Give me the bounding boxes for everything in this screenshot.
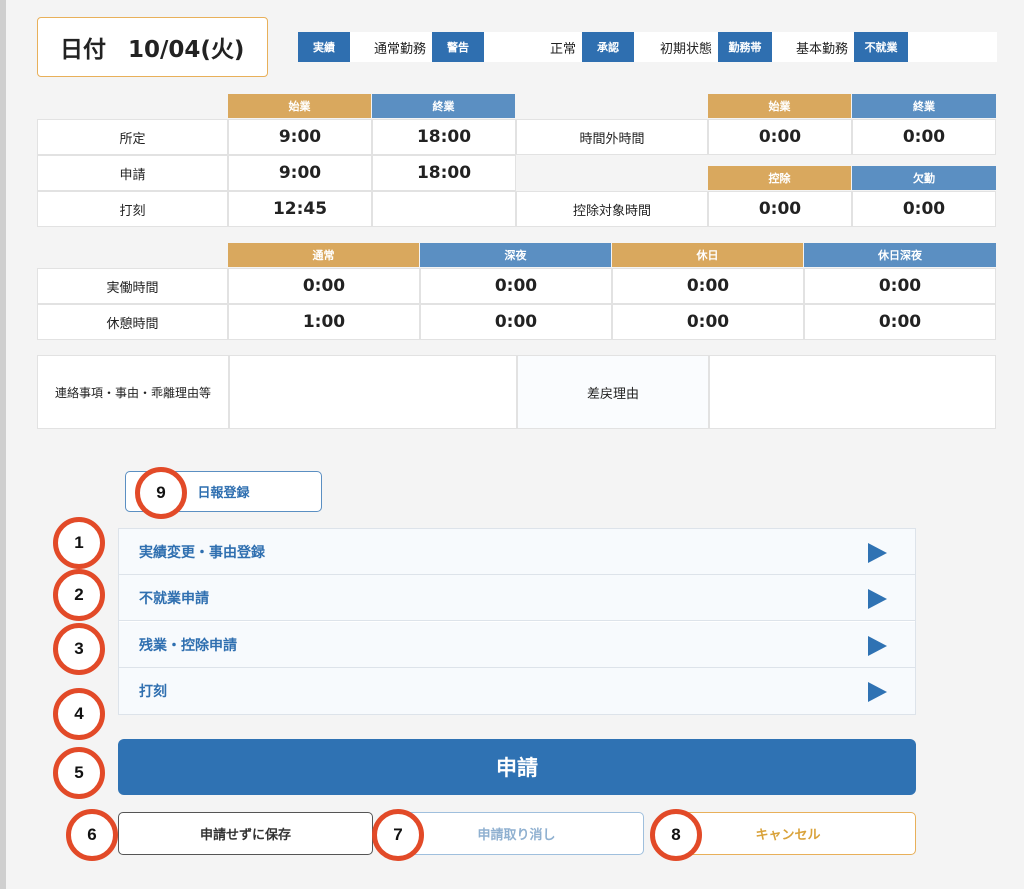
marker-9: 9 [135, 467, 187, 519]
stamped-end [372, 191, 516, 227]
expand-arrow-icon [868, 682, 887, 702]
accordion-label: 残業・控除申請 [139, 637, 237, 654]
status-tag-non-work: 不就業 [854, 32, 909, 62]
stamped-start: 12:45 [228, 191, 372, 227]
marker-8: 8 [650, 809, 702, 861]
save-without-apply-button[interactable]: 申請せずに保存 [118, 812, 373, 855]
contact-notes-field[interactable] [229, 355, 517, 429]
break-night: 0:00 [420, 304, 612, 340]
header-absence: 欠勤 [852, 166, 996, 190]
marker-3: 3 [53, 623, 105, 675]
expand-arrow-icon [868, 636, 887, 656]
header-normal: 通常 [228, 243, 419, 267]
marker-2: 2 [53, 569, 105, 621]
accordion-item-actual-change[interactable]: 実績変更・事由登録 [119, 529, 915, 575]
status-tag-shift: 勤務帯 [718, 32, 773, 62]
row-label-stamped: 打刻 [37, 191, 228, 227]
header-night: 深夜 [420, 243, 611, 267]
marker-1: 1 [53, 517, 105, 569]
scheduled-end: 18:00 [372, 119, 516, 155]
withdraw-request-button[interactable]: 申請取り消し [389, 812, 644, 855]
accordion-label: 不就業申請 [139, 590, 209, 607]
absence-value: 0:00 [852, 191, 996, 227]
status-text-basic-work: 基本勤務 [796, 41, 849, 57]
accordion-item-overtime-request[interactable]: 残業・控除申請 [119, 622, 915, 668]
requested-end: 18:00 [372, 155, 516, 191]
break-holiday-night: 0:00 [804, 304, 996, 340]
actual-holiday-night: 0:00 [804, 268, 996, 304]
status-bar: 実績 通常勤務 警告 正常 承認 初期状態 勤務帯 基本勤務 不就業 [298, 32, 997, 62]
requested-start: 9:00 [228, 155, 372, 191]
header-overtime-start: 始業 [708, 94, 851, 118]
header-overtime-end: 終業 [852, 94, 996, 118]
return-reason-label: 差戻理由 [517, 355, 709, 429]
row-label-requested: 申請 [37, 155, 228, 191]
expand-arrow-icon [868, 543, 887, 563]
break-normal: 1:00 [228, 304, 420, 340]
marker-5: 5 [53, 747, 105, 799]
actual-night: 0:00 [420, 268, 612, 304]
status-text-initial: 初期状態 [660, 41, 713, 57]
header-deduction: 控除 [708, 166, 851, 190]
accordion-label: 実績変更・事由登録 [139, 544, 265, 561]
marker-7: 7 [372, 809, 424, 861]
date-display: 日付 10/04(火) [37, 17, 268, 77]
marker-4: 4 [53, 688, 105, 740]
status-text-normal: 正常 [550, 41, 577, 57]
overtime-end: 0:00 [852, 119, 996, 155]
status-tag-approval: 承認 [582, 32, 635, 62]
overtime-start: 0:00 [708, 119, 852, 155]
break-holiday: 0:00 [612, 304, 804, 340]
row-label-scheduled: 所定 [37, 119, 228, 155]
actual-normal: 0:00 [228, 268, 420, 304]
date-label: 日付 [60, 37, 106, 63]
status-text-work-type: 通常勤務 [374, 41, 427, 57]
apply-button[interactable]: 申請 [118, 739, 916, 795]
deduction-label: 控除対象時間 [516, 191, 708, 227]
header-start: 始業 [228, 94, 371, 118]
marker-6: 6 [66, 809, 118, 861]
accordion-item-stamp[interactable]: 打刻 [119, 668, 915, 714]
row-label-actual: 実働時間 [37, 268, 228, 304]
attendance-modal: 日付 10/04(火) 実績 通常勤務 警告 正常 承認 初期状態 勤務帯 基本… [0, 0, 1024, 889]
actual-holiday: 0:00 [612, 268, 804, 304]
overtime-label: 時間外時間 [516, 119, 708, 155]
expand-arrow-icon [868, 589, 887, 609]
contact-notes-label: 連絡事項・事由・乖離理由等 [37, 355, 229, 429]
accordion-label: 打刻 [139, 684, 167, 700]
scheduled-start: 9:00 [228, 119, 372, 155]
header-holiday: 休日 [612, 243, 803, 267]
status-tag-warning: 警告 [432, 32, 485, 62]
date-value: 10/04(火) [128, 37, 245, 63]
return-reason-field[interactable] [709, 355, 996, 429]
status-tag-actual: 実績 [298, 32, 350, 62]
backdrop-edge [0, 0, 6, 889]
deduction-value: 0:00 [708, 191, 852, 227]
accordion-item-non-work-request[interactable]: 不就業申請 [119, 575, 915, 621]
row-label-break: 休憩時間 [37, 304, 228, 340]
header-holiday-night: 休日深夜 [804, 243, 996, 267]
header-end: 終業 [372, 94, 515, 118]
request-accordion: 実績変更・事由登録 不就業申請 残業・控除申請 打刻 [118, 528, 916, 715]
